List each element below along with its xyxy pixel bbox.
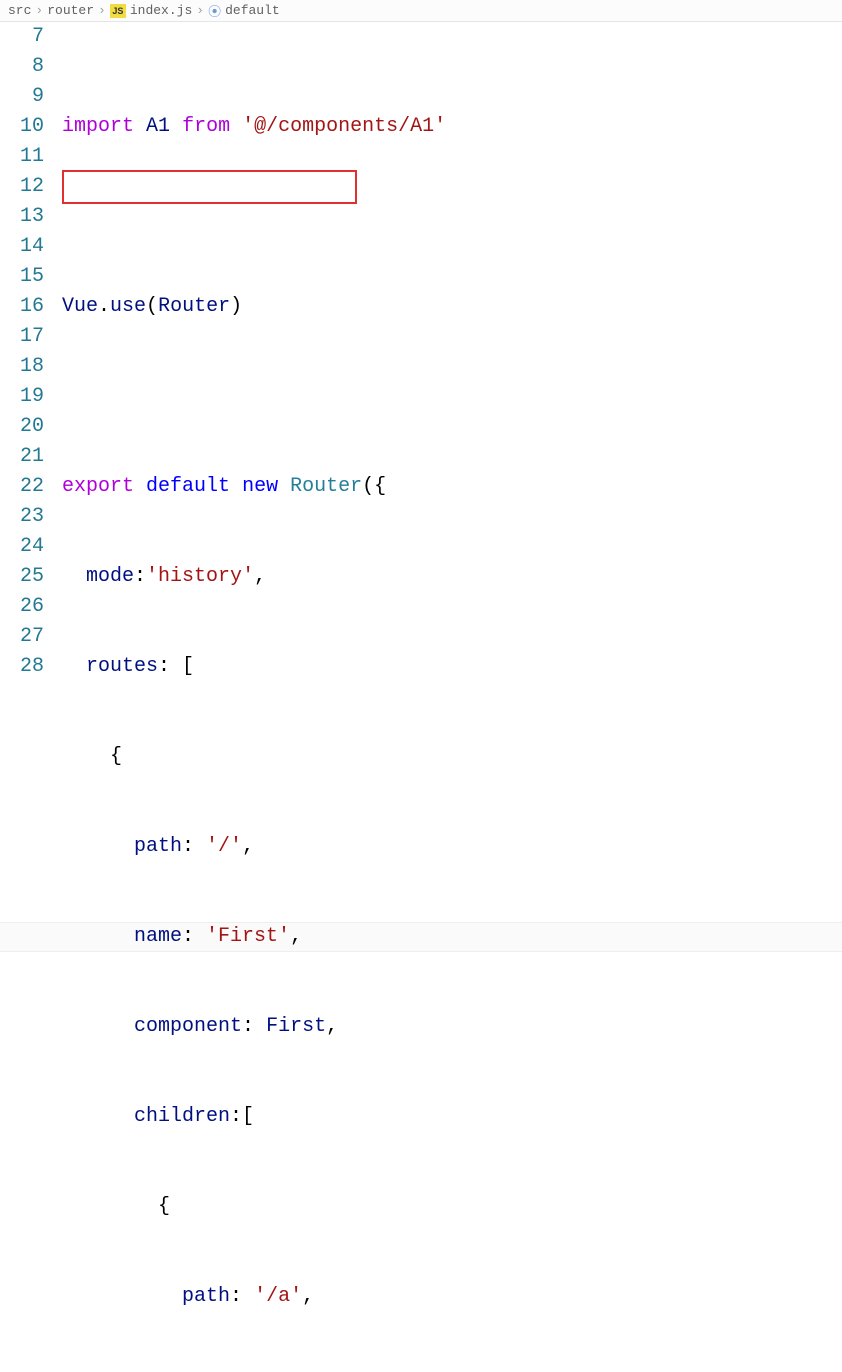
line-number: 12 bbox=[0, 172, 44, 202]
breadcrumb-item-file[interactable]: JS index.js bbox=[110, 3, 192, 18]
line-number: 14 bbox=[0, 232, 44, 262]
line-number: 17 bbox=[0, 322, 44, 352]
breadcrumb-item-symbol[interactable]: ⦿ default bbox=[208, 1, 280, 20]
breadcrumb-item-router[interactable]: router bbox=[47, 3, 94, 18]
code-content[interactable]: import A1 from '@/components/A1' Vue.use… bbox=[62, 22, 842, 1372]
line-number: 21 bbox=[0, 442, 44, 472]
line-number-gutter: 7 8 9 10 11 12 13 14 15 16 17 18 19 20 2… bbox=[0, 22, 62, 1372]
code-line[interactable]: export default new Router({ bbox=[62, 472, 842, 502]
symbol-icon: ⦿ bbox=[208, 1, 221, 20]
js-file-icon: JS bbox=[110, 4, 126, 18]
breadcrumb-label: src bbox=[8, 3, 31, 18]
line-number: 20 bbox=[0, 412, 44, 442]
code-editor[interactable]: 7 8 9 10 11 12 13 14 15 16 17 18 19 20 2… bbox=[0, 22, 842, 1372]
highlight-box bbox=[62, 170, 357, 204]
breadcrumb-item-src[interactable]: src bbox=[8, 3, 31, 18]
code-line[interactable]: path: '/', bbox=[62, 832, 842, 862]
code-line[interactable]: children:[ bbox=[62, 1102, 842, 1132]
line-number: 7 bbox=[0, 22, 44, 52]
line-number: 11 bbox=[0, 142, 44, 172]
code-line[interactable]: name: 'First', bbox=[62, 922, 842, 952]
line-number: 23 bbox=[0, 502, 44, 532]
line-number: 22 bbox=[0, 472, 44, 502]
line-number: 24 bbox=[0, 532, 44, 562]
line-number: 25 bbox=[0, 562, 44, 592]
line-number: 9 bbox=[0, 82, 44, 112]
line-number: 18 bbox=[0, 352, 44, 382]
line-number: 26 bbox=[0, 592, 44, 622]
chevron-right-icon: › bbox=[98, 3, 106, 18]
breadcrumb[interactable]: src › router › JS index.js › ⦿ default bbox=[0, 0, 842, 22]
code-line[interactable] bbox=[62, 382, 842, 412]
code-line[interactable]: Vue.use(Router) bbox=[62, 292, 842, 322]
line-number: 19 bbox=[0, 382, 44, 412]
breadcrumb-label: default bbox=[225, 3, 280, 18]
chevron-right-icon: › bbox=[196, 3, 204, 18]
code-line[interactable]: routes: [ bbox=[62, 652, 842, 682]
line-number: 28 bbox=[0, 652, 44, 682]
line-number: 15 bbox=[0, 262, 44, 292]
code-line[interactable]: import A1 from '@/components/A1' bbox=[62, 112, 842, 142]
breadcrumb-label: index.js bbox=[130, 3, 192, 18]
line-number: 10 bbox=[0, 112, 44, 142]
line-number: 16 bbox=[0, 292, 44, 322]
line-number: 27 bbox=[0, 622, 44, 652]
code-line[interactable]: mode:'history', bbox=[62, 562, 842, 592]
line-number: 13 bbox=[0, 202, 44, 232]
code-line[interactable]: { bbox=[62, 1192, 842, 1222]
breadcrumb-label: router bbox=[47, 3, 94, 18]
code-line[interactable]: component: First, bbox=[62, 1012, 842, 1042]
code-line[interactable]: path: '/a', bbox=[62, 1282, 842, 1312]
chevron-right-icon: › bbox=[35, 3, 43, 18]
code-line[interactable] bbox=[62, 202, 842, 232]
code-line[interactable]: { bbox=[62, 742, 842, 772]
line-number: 8 bbox=[0, 52, 44, 82]
